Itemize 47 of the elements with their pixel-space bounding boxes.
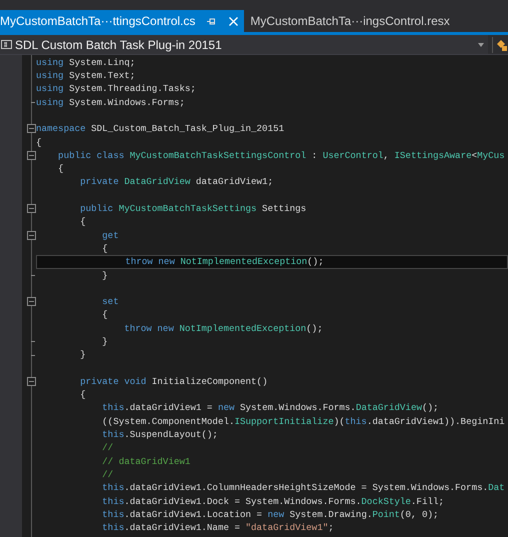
code-line: namespace SDL_Custom_Batch_Task_Plug_in_20151 <box>36 122 284 136</box>
code-line: this.dataGridView1.Location = new System.Drawing.Point(0, 0); <box>101 508 439 522</box>
code-line: this.dataGridView1 = new System.Windows.Forms.DataGridView(); <box>101 401 439 416</box>
project-dropdown[interactable]: SDL Custom Batch Task Plug-in 20151 <box>0 35 488 54</box>
code-line: { <box>101 242 108 256</box>
member-icon[interactable] <box>497 38 507 50</box>
file-tab[interactable]: MyCustomBatchTa···ttingsControl.cs <box>0 10 244 32</box>
collapse-icon[interactable] <box>27 151 36 160</box>
code-line: // <box>101 441 114 456</box>
code-line: this.SuspendLayout(); <box>101 428 218 442</box>
csharp-file-icon <box>1 40 12 49</box>
code-line: public MyCustomBatchTaskSettings Settings <box>79 202 306 216</box>
code-line: using System.Threading.Tasks; <box>36 82 196 96</box>
code-line: using System.Windows.Forms; <box>36 96 185 110</box>
pin-icon[interactable] <box>207 16 216 26</box>
code-line: using System.Text; <box>36 69 136 83</box>
code-line: get <box>101 228 119 242</box>
collapse-icon[interactable] <box>27 124 36 134</box>
code-line: this.dataGridView1.Dock = System.Windows.Forms.DockStyle.Fill; <box>101 494 444 508</box>
code-line: using System.Linq; <box>36 56 136 70</box>
code-line: private void InitializeComponent() <box>79 374 268 389</box>
code-line: this.dataGridView1.Name = "dataGridView1"; <box>101 521 334 535</box>
collapse-icon[interactable] <box>27 297 36 306</box>
code-line: throw new NotImplementedException(); <box>124 255 324 269</box>
collapse-icon[interactable] <box>27 377 36 386</box>
code-line: { <box>79 215 86 230</box>
code-line: private DataGridView dataGridView1; <box>79 175 274 190</box>
project-name: SDL Custom Batch Task Plug-in 20151 <box>15 36 222 54</box>
code-line: } <box>101 334 108 349</box>
code-line: ((System.ComponentModel.ISupportInitialize)(this.dataGridView1)).BeginIni <box>101 414 505 429</box>
code-line: { <box>57 162 64 176</box>
close-icon[interactable] <box>229 16 238 26</box>
dropdown-caret-icon <box>478 42 484 46</box>
code-line: this.dataGridView1.ColumnHeadersHeightSizeMode = System.Windows.Forms.Dat <box>101 481 505 496</box>
code-line: { <box>79 388 86 402</box>
code-line: } <box>101 268 108 282</box>
file-tab[interactable]: MyCustomBatchTa···ingsControl.resx <box>244 10 456 32</box>
code-line: } <box>79 348 86 362</box>
code-line: throw new NotImplementedException(); <box>123 322 323 336</box>
code-line: public class MyCustomBatchTaskSettingsControl : UserControl, ISettingsAware<MyCus <box>57 148 505 163</box>
code-line: { <box>36 136 42 150</box>
collapse-icon[interactable] <box>27 230 36 240</box>
code-line: // <box>101 468 114 482</box>
code-line: set <box>101 295 119 309</box>
collapse-icon[interactable] <box>27 204 36 214</box>
code-line: // dataGridView1 <box>101 454 190 468</box>
code-line: { <box>101 308 108 322</box>
